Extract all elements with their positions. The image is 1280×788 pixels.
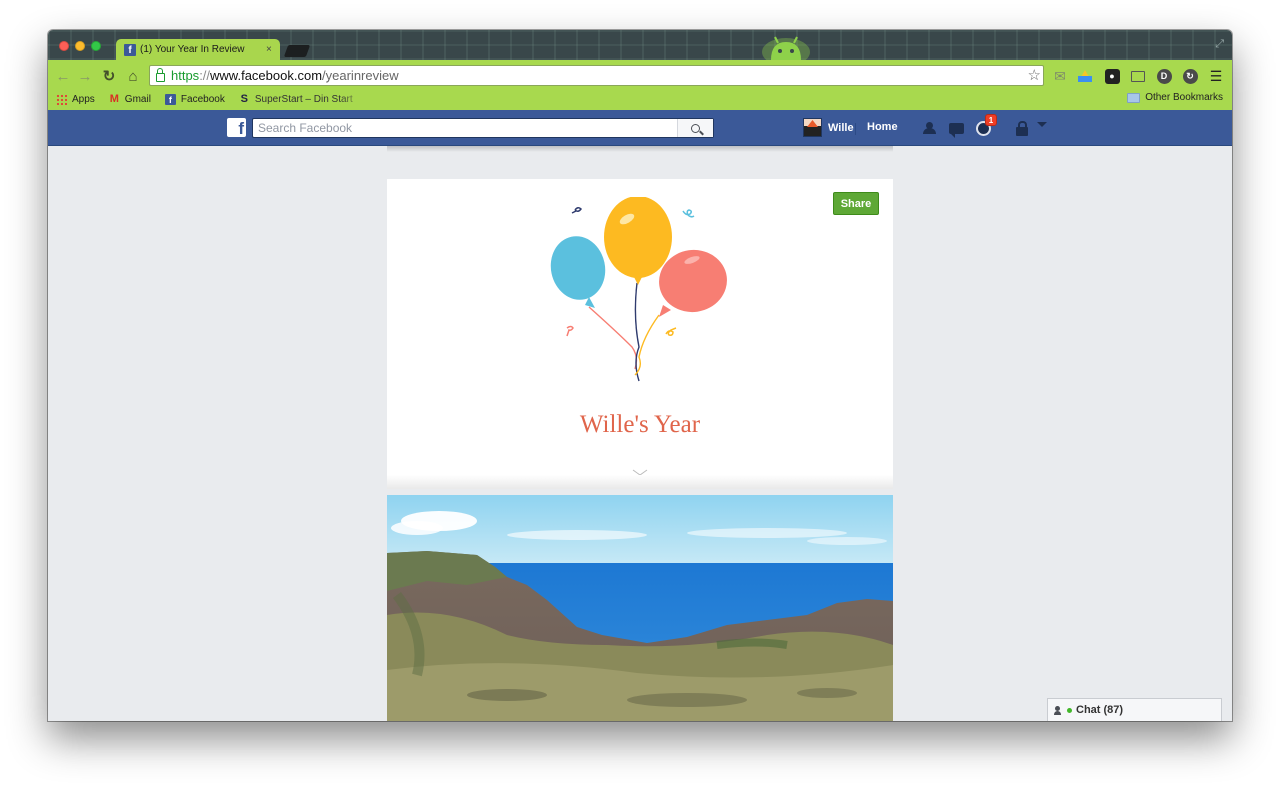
account-menu-chevron-down-icon[interactable] [1037, 122, 1047, 127]
browser-toolbar: ← → ↻ ⌂ https :// www.facebook.com /year… [48, 60, 1232, 110]
search-button[interactable] [677, 119, 713, 137]
divider [855, 123, 856, 135]
tab-title: (1) Your Year In Review [140, 44, 245, 55]
mail-extension-icon[interactable]: ✉ [1052, 68, 1068, 84]
new-tab-button[interactable] [283, 45, 311, 57]
profile-link[interactable]: Wille [803, 118, 854, 137]
home-icon[interactable]: ⌂ [124, 67, 142, 85]
balloons-illustration [550, 197, 727, 382]
url-separator: :// [199, 68, 211, 83]
bookmark-star-icon[interactable]: ☆ [1028, 66, 1041, 84]
forward-arrow-icon[interactable]: → [76, 67, 94, 85]
facebook-favicon-icon: f [124, 43, 136, 56]
bookmark-label: Gmail [124, 93, 151, 105]
bookmark-facebook[interactable]: f Facebook [164, 93, 225, 105]
facebook-header: f Wille Home 1 [48, 110, 1232, 146]
lock-icon [156, 68, 165, 82]
other-bookmarks[interactable]: Other Bookmarks [1127, 92, 1223, 103]
zoom-window-button[interactable] [91, 41, 101, 51]
facebook-icon: f [164, 93, 176, 105]
gmail-icon: M [109, 93, 119, 105]
search-box [252, 118, 714, 138]
android-theme-icon [762, 36, 810, 60]
year-review-title: Wille's Year [579, 411, 701, 438]
reload-icon[interactable]: ↻ [100, 67, 118, 85]
messages-icon[interactable] [947, 120, 965, 138]
search-input[interactable] [253, 119, 677, 137]
tab-close-icon[interactable]: × [266, 44, 272, 55]
browser-tab-active[interactable]: f (1) Your Year In Review × [116, 39, 280, 60]
apps-grid-icon [56, 93, 67, 105]
chrome-menu-icon[interactable]: ☰ [1208, 68, 1224, 84]
bookmark-label: Apps [72, 93, 95, 105]
bookmark-gmail[interactable]: M Gmail [109, 93, 151, 105]
url-scheme: https [171, 68, 200, 83]
superstart-icon: S [240, 93, 249, 105]
sync-extension-icon[interactable]: ↻ [1182, 68, 1198, 84]
crater-lake-photo[interactable] [387, 495, 893, 721]
year-review-card: Share Wille's Year [387, 179, 893, 489]
close-window-button[interactable] [59, 41, 69, 51]
avatar [803, 118, 822, 137]
minimize-window-button[interactable] [75, 41, 85, 51]
search-icon [691, 123, 700, 133]
cast-extension-icon[interactable] [1130, 68, 1146, 84]
chat-person-icon [1054, 705, 1063, 715]
share-button[interactable]: Share [833, 192, 879, 215]
hootsuite-extension-icon[interactable]: ● [1104, 68, 1120, 84]
privacy-lock-icon[interactable] [1013, 120, 1031, 136]
card-divider [387, 475, 893, 489]
back-arrow-icon[interactable]: ← [54, 67, 72, 85]
home-link[interactable]: Home [867, 121, 898, 133]
browser-window: f (1) Your Year In Review × ⤢ ← → ↻ ⌂ ht… [48, 30, 1232, 721]
fullscreen-icon[interactable]: ⤢ [1215, 38, 1224, 51]
chat-label: Chat (87) [1076, 704, 1124, 716]
bookmark-apps[interactable]: Apps [56, 93, 95, 105]
user-name: Wille [828, 121, 854, 134]
drive-extension-icon[interactable] [1077, 68, 1093, 84]
address-bar[interactable]: https :// www.facebook.com /yearinreview… [149, 65, 1044, 86]
chat-sidebar-tab[interactable]: Chat (87) [1047, 698, 1222, 721]
url-path: /yearinreview [322, 68, 399, 83]
header-shadow [387, 146, 893, 152]
bookmark-superstart[interactable]: S SuperStart – Din Start [239, 93, 367, 105]
facebook-logo-icon[interactable]: f [227, 118, 246, 137]
bookmarks-bar: Apps M Gmail f Facebook S SuperStart – D… [48, 88, 1232, 110]
tab-strip: f (1) Your Year In Review × ⤢ [48, 30, 1232, 60]
bookmark-label: Facebook [180, 93, 225, 105]
folder-icon [1127, 92, 1141, 103]
d-extension-icon[interactable]: D [1156, 68, 1172, 84]
notification-badge: 1 [985, 114, 997, 126]
other-bookmarks-label: Other Bookmarks [1145, 92, 1223, 103]
url-host: www.facebook.com [210, 68, 323, 83]
bookmark-label: SuperStart – Din Start [254, 93, 353, 105]
online-status-icon [1067, 707, 1072, 713]
friend-requests-icon[interactable] [920, 120, 938, 136]
